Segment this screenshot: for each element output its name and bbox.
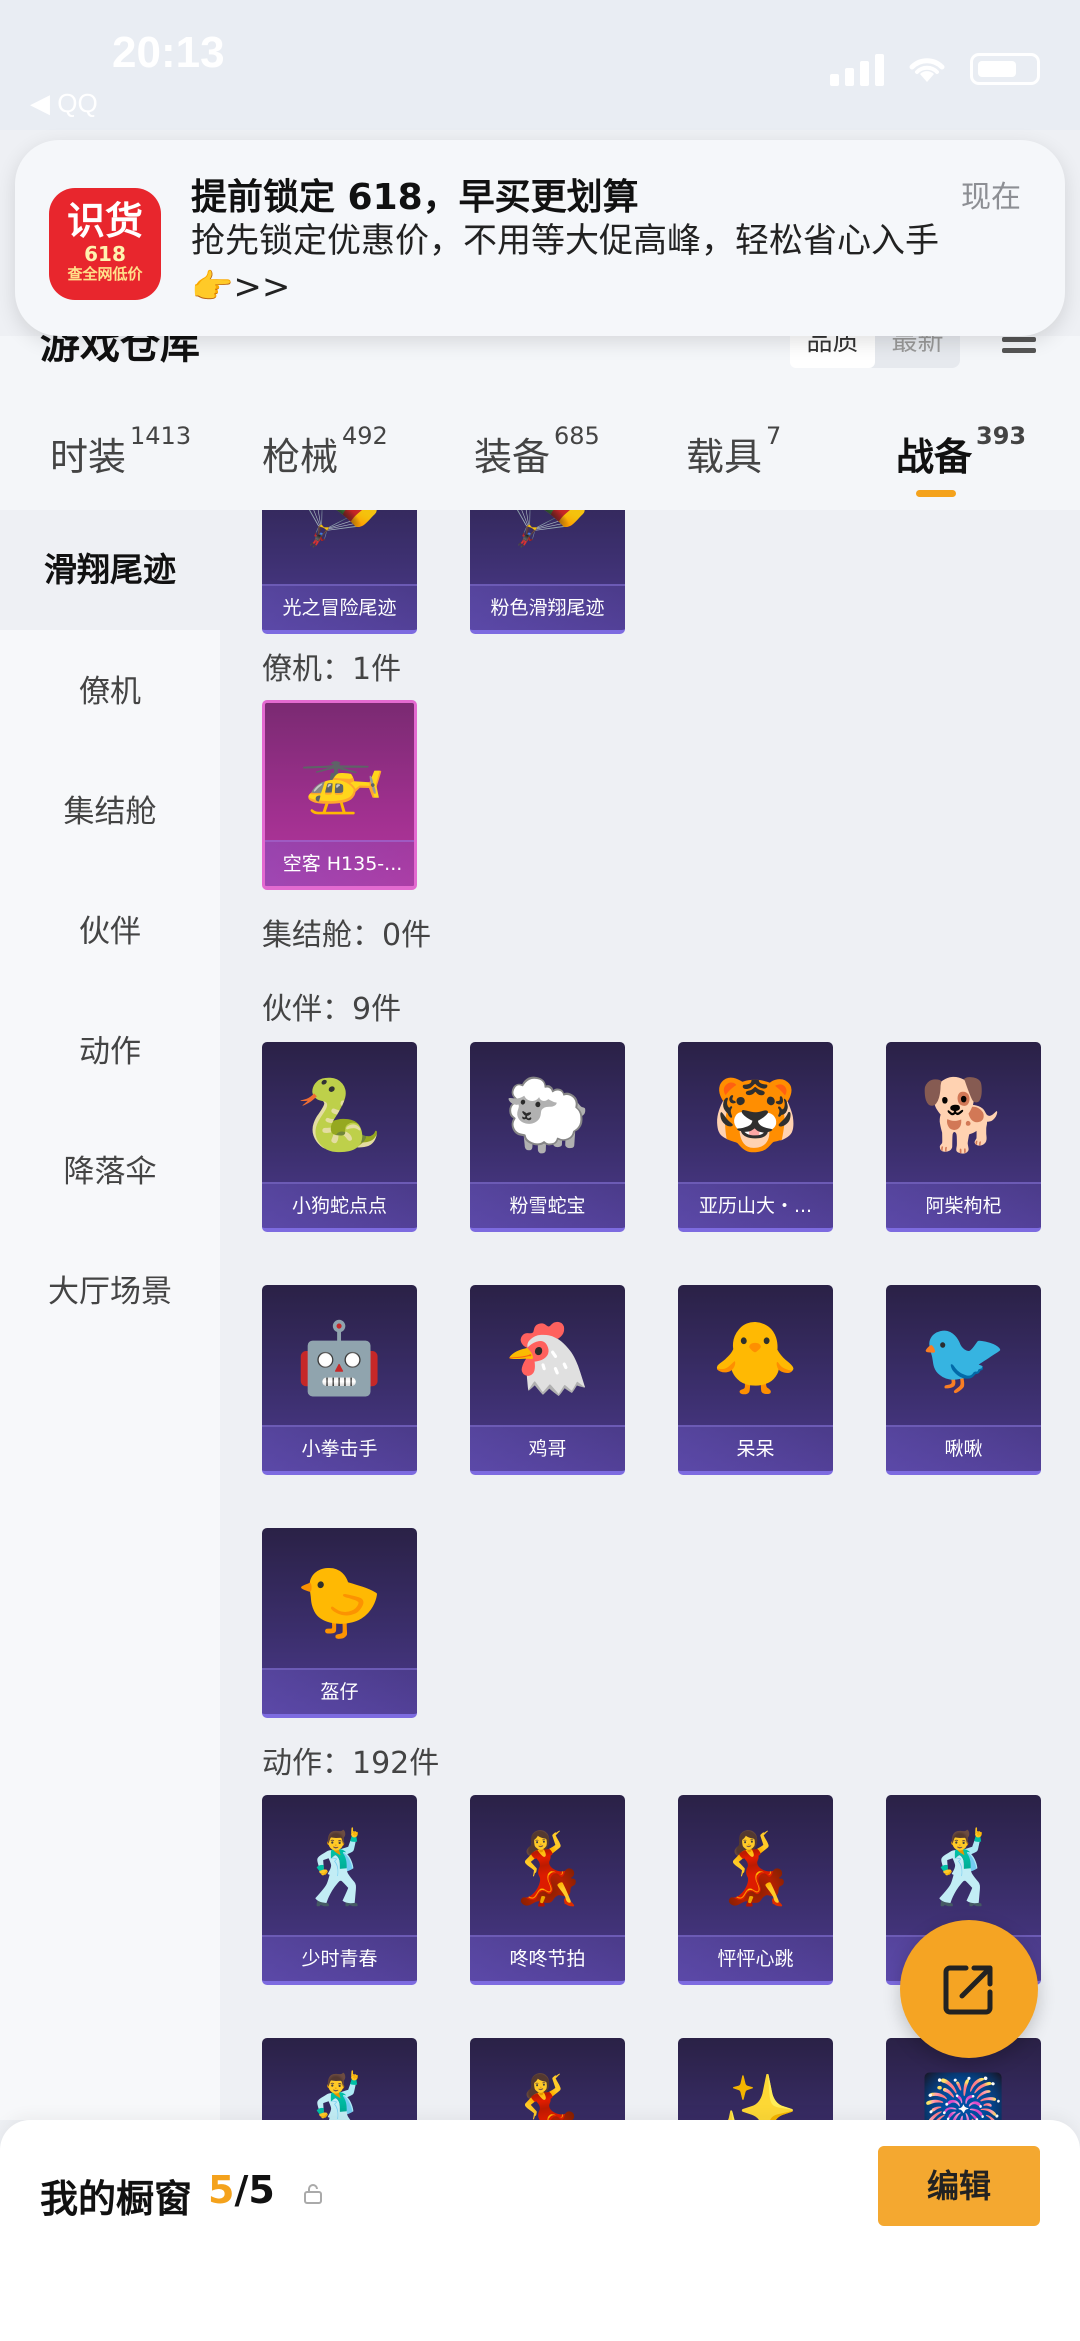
item-card[interactable]: 🐤 盔仔 xyxy=(262,1528,417,1718)
partner-thumbnail: 🐦 xyxy=(919,1316,1008,1399)
item-card[interactable]: 🕺 少时青春 xyxy=(262,1795,417,1985)
sidebar-item-parachute[interactable]: 降落伞 xyxy=(0,1112,220,1232)
showcase-label: 我的橱窗 xyxy=(40,2177,193,2221)
partner-thumbnail: 🐯 xyxy=(711,1073,800,1156)
sidebar-item-lobby-scene[interactable]: 大厅场景 xyxy=(0,1232,220,1352)
helicopter-thumbnail: 🚁 xyxy=(298,734,387,817)
share-button[interactable] xyxy=(900,1920,1038,2058)
item-card[interactable]: ✨ xyxy=(678,2038,833,2120)
edit-button[interactable]: 编辑 xyxy=(878,2146,1040,2226)
section-label-action: 动作：192件 xyxy=(262,1746,440,1781)
item-grid: 🪂 光之冒险尾迹 🪂 粉色滑翔尾迹 僚机：1件 🚁 空客 H135-... 集结… xyxy=(220,510,1080,2120)
tab-guns[interactable]: 枪械 492 xyxy=(262,422,388,481)
item-card[interactable]: 🐔 鸡哥 xyxy=(470,1285,625,1475)
item-card[interactable]: 🐍 小狗蛇点点 xyxy=(262,1042,417,1232)
dance-thumbnail: 🕺 xyxy=(295,1826,384,1909)
dance-thumbnail: 💃 xyxy=(503,1826,592,1909)
trail-thumbnail: 🪂 xyxy=(503,510,592,558)
section-label-capsule: 集结舱：0件 xyxy=(262,918,432,953)
showcase-bar: 我的橱窗 5/5 编辑 xyxy=(0,2120,1080,2341)
partner-thumbnail: 🐑 xyxy=(503,1073,592,1156)
dance-thumbnail: 🕺 xyxy=(919,1826,1008,1909)
page-header: 游戏仓库 品质 最新 xyxy=(0,316,1080,386)
dance-thumbnail: 🕺 xyxy=(295,2069,384,2121)
sidebar-item-wingman[interactable]: 僚机 xyxy=(0,632,220,752)
partner-thumbnail: 🐍 xyxy=(295,1073,384,1156)
item-card[interactable]: 🐯 亚历山大・... xyxy=(678,1042,833,1232)
status-icons xyxy=(830,52,1040,86)
item-card[interactable]: 🤖 小拳击手 xyxy=(262,1285,417,1475)
notification-body: 抢先锁定优惠价，不用等大促高峰，轻松省心入手👉>> xyxy=(191,221,939,307)
category-tabs: 时装 1413 枪械 492 装备 685 载具 7 战备 393 xyxy=(0,386,1080,510)
item-card[interactable]: 💃 咚咚节拍 xyxy=(470,1795,625,1985)
partner-thumbnail: 🐔 xyxy=(503,1316,592,1399)
tab-battle-gear[interactable]: 战备 393 xyxy=(896,422,1026,481)
dance-thumbnail: 💃 xyxy=(503,2069,592,2121)
item-card[interactable]: 🪂 粉色滑翔尾迹 xyxy=(470,510,625,634)
app-icon: 识货 618 查全网低价 xyxy=(49,188,161,300)
partner-thumbnail: 🐕 xyxy=(919,1073,1008,1156)
item-card[interactable]: 💃 xyxy=(470,2038,625,2120)
partner-thumbnail: 🐤 xyxy=(295,1559,384,1642)
notification-title: 提前锁定 618，早买更划算 xyxy=(191,177,639,218)
tab-fashion[interactable]: 时装 1413 xyxy=(50,422,191,481)
status-time: 20:13 xyxy=(112,28,225,77)
back-to-app-link[interactable]: ◀ QQ xyxy=(30,88,98,119)
sidebar-item-partner[interactable]: 伙伴 xyxy=(0,872,220,992)
sidebar-item-action[interactable]: 动作 xyxy=(0,992,220,1112)
item-card[interactable]: 🐥 呆呆 xyxy=(678,1285,833,1475)
partner-thumbnail: 🤖 xyxy=(295,1316,384,1399)
status-bar: 20:13 ◀ QQ xyxy=(0,0,1080,130)
battery-icon xyxy=(970,53,1040,85)
sidebar-item-trail[interactable]: 滑翔尾迹 xyxy=(0,510,220,630)
active-tab-indicator xyxy=(916,490,956,497)
wifi-icon xyxy=(909,58,945,82)
trail-thumbnail: 🪂 xyxy=(295,510,384,558)
dance-thumbnail: ✨ xyxy=(711,2069,800,2121)
sidebar-item-capsule[interactable]: 集结舱 xyxy=(0,752,220,872)
signal-icon xyxy=(830,52,884,86)
item-card[interactable]: 🚁 空客 H135-... xyxy=(262,700,417,890)
item-card[interactable]: 🕺 xyxy=(262,2038,417,2120)
section-label-partner: 伙伴：9件 xyxy=(262,992,402,1027)
item-card[interactable]: 💃 怦怦心跳 xyxy=(678,1795,833,1985)
share-icon xyxy=(943,1965,993,2015)
dance-thumbnail: 💃 xyxy=(711,1826,800,1909)
sidebar: 滑翔尾迹 僚机 集结舱 伙伴 动作 降落伞 大厅场景 xyxy=(0,510,220,2120)
section-label-wingman: 僚机：1件 xyxy=(262,652,402,687)
item-card[interactable]: 🐕 阿柴枸杞 xyxy=(886,1042,1041,1232)
notification-time: 现在 xyxy=(961,180,1021,215)
item-card[interactable]: 🐑 粉雪蛇宝 xyxy=(470,1042,625,1232)
item-card[interactable]: 🐦 啾啾 xyxy=(886,1285,1041,1475)
partner-thumbnail: 🐥 xyxy=(711,1316,800,1399)
tab-equipment[interactable]: 装备 685 xyxy=(474,422,600,481)
showcase-count: 5/5 xyxy=(208,2168,275,2212)
lock-icon xyxy=(304,2184,322,2204)
tab-vehicles[interactable]: 载具 7 xyxy=(686,422,781,481)
item-card[interactable]: 🪂 光之冒险尾迹 xyxy=(262,510,417,634)
push-notification[interactable]: 识货 618 查全网低价 提前锁定 618，早买更划算 现在 抢先锁定优惠价，不… xyxy=(15,140,1065,336)
